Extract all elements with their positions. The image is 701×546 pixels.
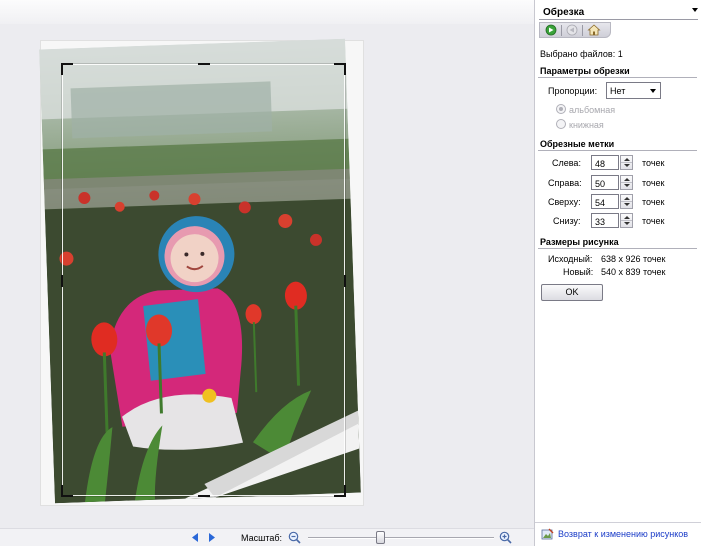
panel-toolbar [539,22,611,38]
crop-handle-bottom-left[interactable] [61,485,73,497]
bottom-margin-unit: точек [642,216,665,226]
right-margin-stepper[interactable] [620,175,633,190]
portrait-label: книжная [569,120,604,130]
crop-handle-bottom[interactable] [198,495,210,497]
ok-button[interactable]: OK [541,284,603,301]
panel-header: Обрезка [539,4,698,20]
crop-params-title: Параметры обрезки [540,66,630,76]
back-link-text: Возврат к изменению рисунков [558,529,689,539]
prev-arrow-icon[interactable] [190,532,200,543]
proportions-value: Нет [610,86,626,96]
crop-handle-left[interactable] [61,275,63,287]
image-size-title: Размеры рисунка [540,237,619,247]
zoom-out-icon[interactable] [288,531,301,544]
section-divider [538,150,697,151]
crop-marks-title: Обрезные метки [540,139,615,149]
section-divider [538,77,697,78]
right-margin-unit: точек [642,178,665,188]
panel-menu-arrow-icon[interactable] [692,8,698,12]
bottom-margin-input[interactable] [591,213,619,228]
right-margin-label: Справа: [548,178,582,188]
panel-title: Обрезка [543,7,585,18]
zoom-in-icon[interactable] [499,531,512,544]
right-margin-input[interactable] [591,175,619,190]
landscape-label: альбомная [569,105,616,115]
original-size-label: Исходный: [548,254,593,264]
crop-selection[interactable] [61,63,346,497]
zoom-label: Масштаб: [241,533,283,543]
section-divider [538,248,697,249]
toolbar-separator [561,25,562,36]
proportions-label: Пропорции: [548,86,598,96]
status-bar: Масштаб: [0,528,534,546]
original-size-value: 638 x 926 точек [601,254,666,264]
next-arrow-icon[interactable] [207,532,217,543]
left-margin-label: Слева: [552,158,581,168]
bottom-margin-label: Снизу: [553,216,581,226]
chevron-down-icon [650,89,656,93]
toolbar-separator [582,25,583,36]
crop-handle-top-left[interactable] [61,63,73,75]
new-size-label: Новый: [563,267,594,277]
new-size-value: 540 x 839 точек [601,267,666,277]
proportions-dropdown[interactable]: Нет [606,82,661,99]
crop-handle-top-right[interactable] [334,63,346,75]
go-forward-icon[interactable] [544,24,558,36]
canvas-top-strip [0,0,534,24]
top-margin-stepper[interactable] [620,194,633,209]
portrait-radio[interactable] [556,119,566,129]
left-margin-unit: точек [642,158,665,168]
zoom-slider-track[interactable] [308,537,494,539]
bottom-margin-stepper[interactable] [620,213,633,228]
home-icon[interactable] [587,24,601,36]
top-margin-input[interactable] [591,194,619,209]
selected-files-count: Выбрано файлов: 1 [540,49,623,59]
crop-handle-bottom-right[interactable] [334,485,346,497]
zoom-slider-thumb[interactable] [376,531,386,544]
panel-footer-divider [535,522,701,523]
top-margin-label: Сверху: [548,197,581,207]
left-margin-stepper[interactable] [620,155,633,170]
landscape-radio[interactable] [556,104,566,114]
image-canvas [0,0,534,528]
top-margin-unit: точек [642,197,665,207]
edit-picture-icon [541,528,554,540]
crop-handle-right[interactable] [344,275,346,287]
go-back-icon[interactable] [565,24,579,36]
crop-handle-top[interactable] [198,63,210,65]
left-margin-input[interactable] [591,155,619,170]
